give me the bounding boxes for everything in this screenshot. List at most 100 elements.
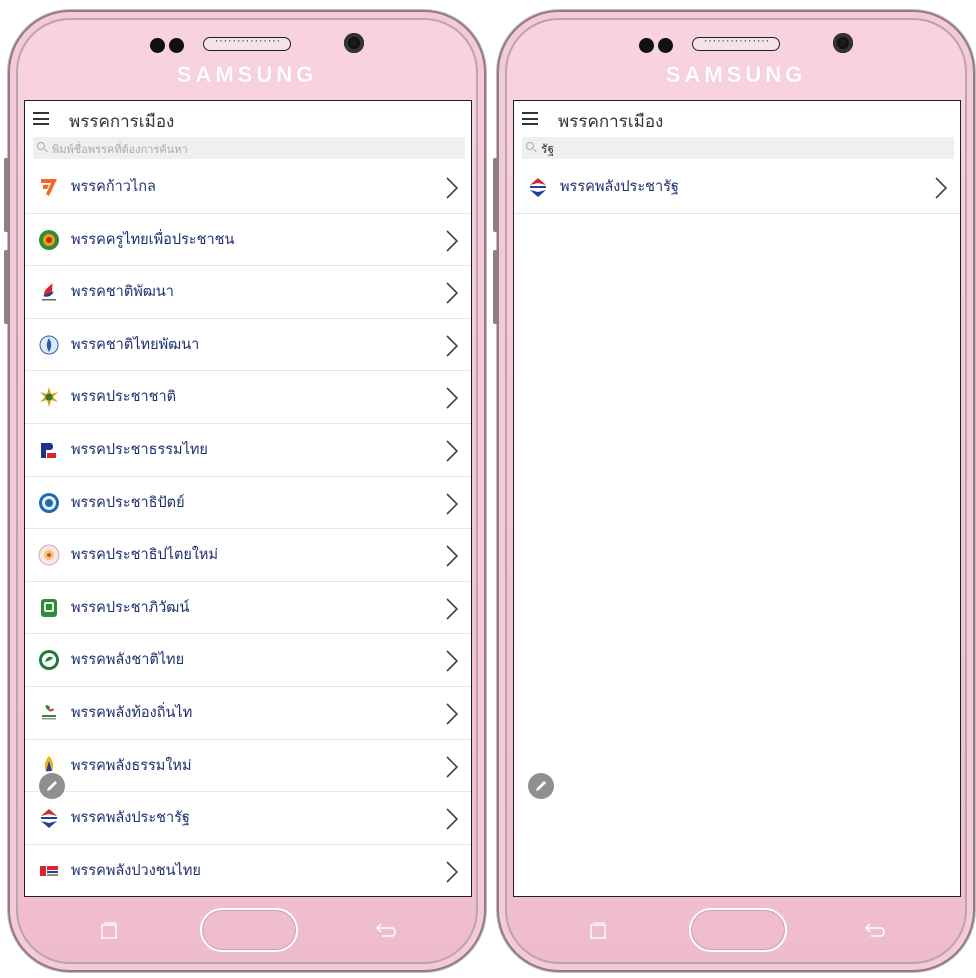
kru-thai-logo-icon — [39, 229, 59, 250]
hamburger-menu-icon[interactable] — [33, 112, 49, 125]
party-name: พรรคพลังชาติไทย — [71, 652, 185, 669]
chevron-right-icon[interactable] — [441, 176, 461, 200]
list-item[interactable]: พรรคพลังธรรมใหม่ — [25, 740, 471, 793]
list-item[interactable]: พรรคพลังชาติไทย — [25, 634, 471, 687]
party-name: พรรคพลังปวงชนไทย — [71, 862, 201, 879]
front-camera — [833, 33, 853, 53]
list-item[interactable]: พรรคประชาธรรมไทย — [25, 424, 471, 477]
party-name: พรรคครูไทยเพื่อประชาชน — [71, 231, 235, 248]
prachapiwat-logo-icon — [41, 598, 57, 617]
party-name: พรรคพลังประชารัฐ — [560, 179, 679, 195]
phone-right: ··············· SAMSUNG พรรคการเมือง รัฐ… — [493, 10, 975, 972]
palang-pracharat-logo-icon — [530, 178, 546, 197]
party-name: พรรคประชาภิวัฒน์ — [71, 599, 190, 616]
party-name: พรรคก้าวไกล — [71, 179, 156, 195]
volume-up-button[interactable] — [4, 158, 9, 232]
volume-up-button[interactable] — [493, 158, 498, 232]
chevron-right-icon[interactable] — [441, 492, 461, 516]
brand-logo: SAMSUNG — [176, 62, 318, 87]
list-item[interactable]: พรรคประชาธิปัตย์ — [25, 477, 471, 530]
chevron-right-icon[interactable] — [441, 386, 461, 410]
pencil-icon — [536, 781, 546, 791]
edit-fab-button[interactable] — [39, 773, 65, 799]
party-name: พรรคประชาธรรมไทย — [71, 441, 208, 458]
back-icon[interactable] — [374, 922, 400, 940]
list-item[interactable]: พรรคชาติพัฒนา — [25, 266, 471, 319]
recent-apps-icon[interactable] — [589, 922, 607, 940]
app-screen-right: พรรคการเมือง รัฐ พรรคพลังประชารัฐ — [513, 100, 961, 897]
chevron-right-icon[interactable] — [441, 755, 461, 779]
list-item[interactable]: พรรคประชาภิวัฒน์ — [25, 582, 471, 635]
page-title: พรรคการเมือง — [69, 112, 175, 132]
party-name: พรรคประชาธิปไตยใหม่ — [71, 547, 219, 564]
home-button[interactable] — [200, 908, 298, 952]
chevron-right-icon[interactable] — [441, 439, 461, 463]
search-bar[interactable]: รัฐ — [522, 137, 954, 159]
app-bar: พรรคการเมือง — [25, 101, 471, 135]
list-item[interactable]: พรรคครูไทยเพื่อประชาชน — [25, 214, 471, 267]
chevron-right-icon[interactable] — [441, 860, 461, 884]
party-list: พรรคก้าวไกล พรรคครูไทยเพื่อประชาชน พรรคช… — [25, 161, 471, 896]
list-item[interactable]: พรรคก้าวไกล — [25, 161, 471, 214]
app-screen-left: พรรคการเมือง พิมพ์ชื่อพรรคที่ต้องการค้นห… — [24, 100, 472, 897]
chart-pattana-logo-icon — [42, 283, 56, 301]
chevron-right-icon[interactable] — [930, 176, 950, 200]
prachatham-thai-logo-icon — [41, 442, 56, 458]
search-bar[interactable]: พิมพ์ชื่อพรรคที่ต้องการค้นหา — [33, 137, 465, 159]
party-name: พรรคประชาธิปัตย์ — [71, 494, 185, 511]
brand-logo: SAMSUNG — [665, 62, 807, 87]
list-item[interactable]: พรรคพลังประชารัฐ — [25, 792, 471, 845]
home-button[interactable] — [689, 908, 787, 952]
palang-pracharat-logo-icon — [41, 809, 57, 829]
chevron-right-icon[interactable] — [441, 807, 461, 831]
volume-down-button[interactable] — [493, 250, 498, 324]
party-name: พรรคชาติพัฒนา — [71, 284, 174, 301]
chevron-right-icon[interactable] — [441, 229, 461, 253]
chevron-right-icon[interactable] — [441, 597, 461, 621]
sensor-dots — [639, 38, 683, 53]
phone-left: ··············· SAMSUNG พรรคการเมือง พิม… — [4, 10, 486, 972]
hamburger-menu-icon[interactable] — [522, 112, 538, 125]
recent-apps-icon[interactable] — [100, 922, 118, 940]
edit-fab-button[interactable] — [528, 773, 554, 799]
hardware-nav-bar — [10, 902, 484, 958]
list-item[interactable]: พรรคประชาชาติ — [25, 371, 471, 424]
hardware-nav-bar — [499, 902, 973, 958]
search-icon — [37, 142, 45, 150]
app-bar: พรรคการเมือง — [514, 101, 960, 135]
search-icon — [526, 142, 534, 150]
chevron-right-icon[interactable] — [441, 281, 461, 305]
search-input[interactable]: รัฐ — [541, 140, 554, 159]
volume-down-button[interactable] — [4, 250, 9, 324]
party-name: พรรคพลังธรรมใหม่ — [71, 757, 192, 774]
prachachat-logo-icon — [40, 387, 58, 408]
new-democracy-logo-icon — [38, 544, 60, 566]
party-name: พรรคพลังประชารัฐ — [71, 810, 190, 827]
list-item[interactable]: พรรคพลังประชารัฐ — [514, 161, 960, 214]
page-title: พรรคการเมือง — [558, 112, 664, 132]
chevron-right-icon[interactable] — [441, 334, 461, 358]
list-item[interactable]: พรรคชาติไทยพัฒนา — [25, 319, 471, 372]
list-item[interactable]: พรรคพลังท้องถิ่นไท — [25, 687, 471, 740]
democrat-logo-icon — [39, 492, 59, 513]
chevron-right-icon[interactable] — [441, 544, 461, 568]
palang-chart-thai-logo-icon — [39, 650, 59, 671]
front-camera — [344, 33, 364, 53]
party-list: พรรคพลังประชารัฐ — [514, 161, 960, 214]
chevron-right-icon[interactable] — [441, 649, 461, 673]
list-item[interactable]: พรรคประชาธิปไตยใหม่ — [25, 529, 471, 582]
chartthai-pattana-logo-icon — [39, 335, 59, 355]
pencil-icon — [47, 781, 57, 791]
palang-tongtin-logo-icon — [42, 704, 56, 720]
earpiece-speaker: ··············· — [692, 37, 780, 51]
palang-puangchon-logo-icon — [40, 865, 58, 876]
sensor-dots — [150, 38, 194, 53]
list-item[interactable]: พรรคพลังปวงชนไทย — [25, 845, 471, 896]
party-name: พรรคประชาชาติ — [71, 389, 176, 406]
kaoklai-logo-icon — [41, 179, 57, 196]
chevron-right-icon[interactable] — [441, 702, 461, 726]
party-name: พรรคพลังท้องถิ่นไท — [71, 704, 193, 721]
back-icon[interactable] — [863, 922, 889, 940]
earpiece-speaker: ··············· — [203, 37, 291, 51]
search-placeholder[interactable]: พิมพ์ชื่อพรรคที่ต้องการค้นหา — [52, 140, 188, 158]
